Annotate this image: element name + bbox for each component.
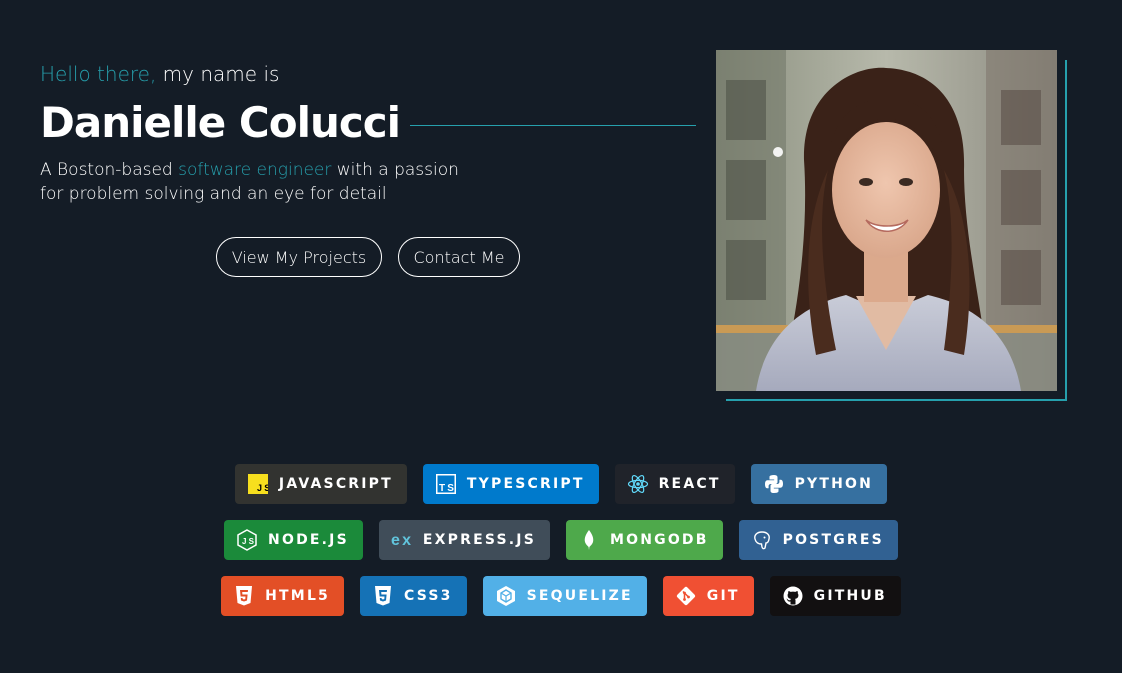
svg-text:ex: ex	[391, 532, 413, 549]
skill-badge-python: PYTHON	[750, 464, 888, 504]
badge-label: EXPRESS.JS	[422, 532, 536, 548]
postgres-icon	[751, 529, 773, 551]
express-icon: ex	[391, 529, 413, 551]
svg-text:JS: JS	[257, 483, 268, 493]
skills-row-3: HTML5 CSS3 SEQUELIZE GIT GITHUB	[0, 576, 1122, 616]
badge-label: GIT	[706, 588, 740, 604]
svg-text:JS: JS	[242, 537, 256, 546]
badge-label: HTML5	[265, 588, 331, 604]
tagline-accent: software engineer	[178, 160, 332, 180]
svg-text:TS: TS	[439, 483, 456, 494]
badge-label: MONGODB	[609, 532, 709, 548]
nodejs-icon: JS	[236, 529, 258, 551]
profile-photo	[716, 50, 1057, 391]
greeting-rest: my name is	[156, 62, 280, 86]
skill-badge-nodejs: JS NODE.JS	[224, 520, 363, 560]
skills-row-2: JS NODE.JS ex EXPRESS.JS MONGODB POSTGRE…	[0, 520, 1122, 560]
skill-badge-sequelize: SEQUELIZE	[482, 576, 647, 616]
skill-badge-javascript: JS JAVASCRIPT	[234, 464, 407, 504]
badge-label: SEQUELIZE	[526, 588, 633, 604]
mongodb-icon	[578, 529, 600, 551]
badge-label: POSTGRES	[782, 532, 884, 548]
react-icon	[627, 473, 649, 495]
skill-badge-css3: CSS3	[360, 576, 467, 616]
html5-icon	[233, 585, 255, 607]
badge-label: NODE.JS	[268, 532, 349, 548]
skill-badge-git: GIT	[662, 576, 754, 616]
page-title: Danielle Colucci	[40, 98, 401, 147]
skills-row-1: JS JAVASCRIPT TS TYPESCRIPT REACT PYTHON	[0, 464, 1122, 504]
skill-badge-postgres: POSTGRES	[738, 520, 898, 560]
greeting-accent: Hello there,	[40, 62, 157, 86]
page: Hello there, my name is Danielle Colucci…	[0, 0, 1122, 673]
badge-label: JAVASCRIPT	[278, 476, 393, 492]
name-row: Danielle Colucci	[40, 94, 696, 152]
github-icon	[782, 585, 804, 607]
badge-label: PYTHON	[794, 476, 874, 492]
title-divider-line	[410, 124, 696, 126]
css3-icon	[372, 585, 394, 607]
greeting: Hello there, my name is	[40, 60, 279, 88]
skill-badge-html5: HTML5	[221, 576, 345, 616]
javascript-icon: JS	[247, 473, 269, 495]
badge-label: TYPESCRIPT	[466, 476, 585, 492]
skill-badge-github: GITHUB	[769, 576, 901, 616]
skill-badge-react: REACT	[614, 464, 735, 504]
typescript-icon: TS	[435, 473, 457, 495]
skill-badge-typescript: TS TYPESCRIPT	[422, 464, 599, 504]
skill-badge-expressjs: ex EXPRESS.JS	[378, 520, 550, 560]
badge-label: REACT	[658, 476, 721, 492]
git-icon	[675, 585, 697, 607]
sequelize-icon	[495, 585, 517, 607]
contact-button[interactable]: Contact Me	[398, 237, 520, 277]
skill-badge-mongodb: MONGODB	[565, 520, 723, 560]
badge-label: GITHUB	[813, 588, 887, 604]
view-projects-button[interactable]: View My Projects	[216, 237, 382, 277]
python-icon	[763, 473, 785, 495]
tagline-before: A Boston-based	[40, 160, 179, 180]
badge-label: CSS3	[404, 588, 453, 604]
tagline: A Boston-based software engineer with a …	[40, 158, 480, 206]
